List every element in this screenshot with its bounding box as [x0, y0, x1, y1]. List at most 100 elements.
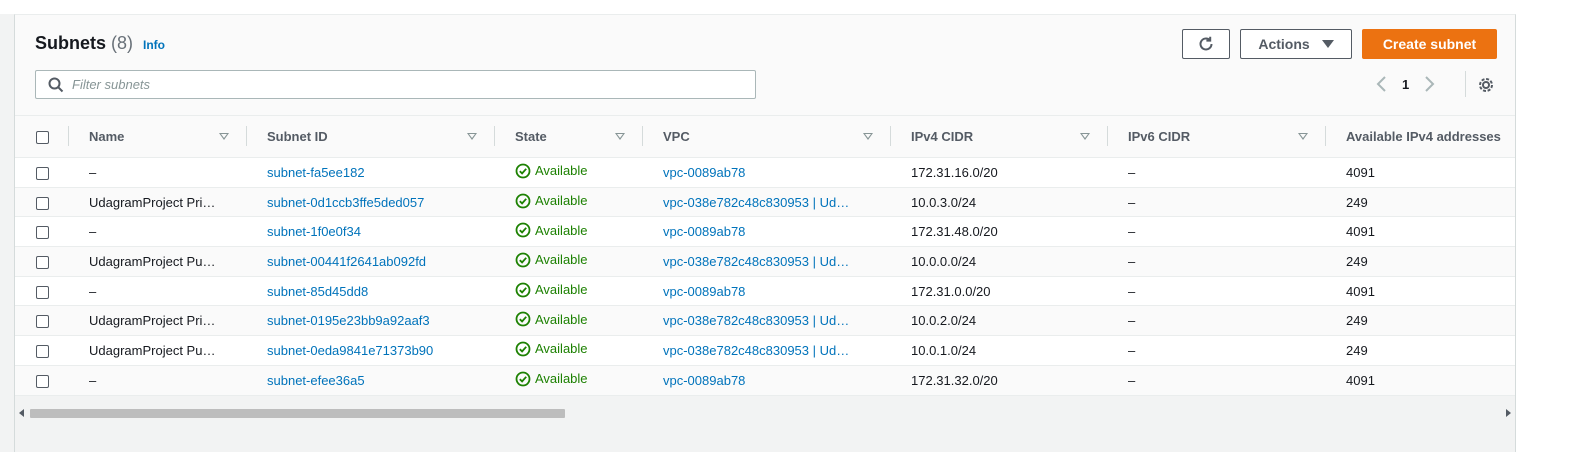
- status-badge: Available: [515, 193, 588, 209]
- row-select-cell: [15, 365, 69, 395]
- row-checkbox[interactable]: [35, 285, 49, 299]
- scroll-right-icon[interactable]: [1506, 409, 1511, 417]
- horizontal-scrollbar[interactable]: [15, 407, 1515, 419]
- row-checkbox[interactable]: [35, 196, 49, 210]
- cell-state: Available: [495, 306, 643, 336]
- subnet-id-link[interactable]: subnet-fa5ee182: [267, 165, 365, 180]
- subnet-id-link[interactable]: subnet-1f0e0f34: [267, 224, 361, 239]
- table-row[interactable]: – subnet-fa5ee182 Available vpc-0089ab78…: [15, 157, 1515, 188]
- column-header-name[interactable]: Name: [69, 116, 247, 158]
- chevron-right-icon[interactable]: [1419, 73, 1441, 95]
- refresh-icon: [1199, 36, 1213, 51]
- cell-subnet-id: subnet-0195e23bb9a92aaf3: [247, 306, 495, 336]
- subnet-id-link[interactable]: subnet-efee36a5: [267, 373, 365, 388]
- panel-header: Subnets (8) Info Actions Create subnet F…: [15, 15, 1515, 115]
- vpc-link[interactable]: vpc-038e782c48c830953 | Ud…: [663, 313, 849, 328]
- cell-ipv6-cidr: –: [1128, 253, 1136, 269]
- filter-input[interactable]: [70, 72, 710, 97]
- cell-ipv6-cidr: –: [1128, 313, 1136, 329]
- state-label: Available: [535, 282, 588, 298]
- cell-state: Available: [495, 276, 643, 306]
- subnet-id-link[interactable]: subnet-00441f2641ab092fd: [267, 254, 426, 269]
- status-badge: Available: [515, 341, 588, 357]
- subnets-panel: Subnets (8) Info Actions Create subnet F…: [14, 14, 1516, 452]
- info-link[interactable]: Info: [143, 38, 165, 52]
- state-label: Available: [535, 193, 588, 209]
- subnet-id-link[interactable]: subnet-0d1ccb3ffe5ded057: [267, 195, 424, 210]
- cell-ipv4-cidr: 10.0.2.0/24: [911, 313, 977, 329]
- table-row[interactable]: UdagramProject Pu… subnet-00441f2641ab09…: [15, 246, 1515, 277]
- filter-box[interactable]: [35, 70, 756, 99]
- sort-caret-icon: [1298, 133, 1308, 140]
- cell-ipv4-cidr: 10.0.3.0/24: [911, 194, 977, 210]
- column-header-ipv6-cidr[interactable]: IPv6 CIDR: [1108, 116, 1326, 158]
- cell-subnet-id: subnet-efee36a5: [247, 365, 495, 395]
- row-select-cell: [15, 336, 69, 366]
- cell-name: –: [89, 372, 97, 388]
- row-checkbox[interactable]: [35, 226, 49, 240]
- row-select-cell: [15, 187, 69, 217]
- search-icon: [46, 75, 66, 95]
- cell-state: Available: [495, 365, 643, 395]
- row-checkbox[interactable]: [35, 255, 49, 269]
- subnet-count: (8): [111, 33, 134, 53]
- column-header-state[interactable]: State: [495, 116, 643, 158]
- row-checkbox[interactable]: [35, 166, 49, 180]
- column-header-ipv4-cidr[interactable]: IPv4 CIDR: [891, 116, 1108, 158]
- column-header-vpc[interactable]: VPC: [643, 116, 891, 158]
- vpc-link[interactable]: vpc-0089ab78: [663, 373, 745, 388]
- actions-dropdown-button[interactable]: Actions: [1240, 29, 1352, 59]
- cell-name: –: [89, 164, 97, 180]
- table-row[interactable]: – subnet-1f0e0f34 Available vpc-0089ab78…: [15, 216, 1515, 247]
- state-label: Available: [535, 341, 588, 357]
- chevron-left-icon[interactable]: [1370, 73, 1392, 95]
- check-circle-icon: [515, 222, 531, 238]
- cell-ipv6-cidr: –: [1128, 164, 1136, 180]
- refresh-button[interactable]: [1182, 29, 1230, 59]
- row-checkbox[interactable]: [35, 374, 49, 388]
- cell-name: –: [89, 224, 97, 240]
- cell-ipv6-cidr: –: [1128, 194, 1136, 210]
- page-number[interactable]: 1: [1402, 77, 1409, 92]
- vpc-link[interactable]: vpc-038e782c48c830953 | Ud…: [663, 195, 849, 210]
- vpc-link[interactable]: vpc-0089ab78: [663, 224, 745, 239]
- status-badge: Available: [515, 163, 588, 179]
- page-title: Subnets: [35, 33, 107, 53]
- column-header-subnet-id[interactable]: Subnet ID: [247, 116, 495, 158]
- cell-vpc: vpc-038e782c48c830953 | Ud…: [643, 247, 891, 277]
- subnet-id-link[interactable]: subnet-0195e23bb9a92aaf3: [267, 313, 430, 328]
- sort-caret-icon: [467, 133, 477, 140]
- gear-icon[interactable]: [1475, 74, 1497, 96]
- create-subnet-button[interactable]: Create subnet: [1362, 29, 1497, 59]
- column-header-available-ipv4[interactable]: Available IPv4 addresses: [1326, 116, 1515, 158]
- scrollbar-thumb[interactable]: [30, 409, 565, 418]
- table-row[interactable]: – subnet-85d45dd8 Available vpc-0089ab78…: [15, 276, 1515, 306]
- table-row[interactable]: UdagramProject Pri… subnet-0d1ccb3ffe5de…: [15, 187, 1515, 217]
- cell-state: Available: [495, 187, 643, 217]
- state-label: Available: [535, 163, 588, 179]
- vpc-link[interactable]: vpc-0089ab78: [663, 165, 745, 180]
- cell-vpc: vpc-038e782c48c830953 | Ud…: [643, 187, 891, 217]
- state-label: Available: [535, 371, 588, 387]
- cell-subnet-id: subnet-fa5ee182: [247, 158, 495, 188]
- subnet-id-link[interactable]: subnet-85d45dd8: [267, 284, 368, 299]
- check-circle-icon: [515, 341, 531, 357]
- status-badge: Available: [515, 371, 588, 387]
- row-checkbox[interactable]: [35, 345, 49, 358]
- cell-name: UdagramProject Pu…: [89, 342, 216, 358]
- vpc-link[interactable]: vpc-0089ab78: [663, 284, 745, 299]
- cell-available-ipv4: 249: [1346, 194, 1368, 210]
- row-select-cell: [15, 306, 69, 336]
- table-row[interactable]: UdagramProject Pu… subnet-0eda9841e71373…: [15, 335, 1515, 366]
- scroll-left-icon[interactable]: [19, 409, 24, 417]
- row-checkbox[interactable]: [35, 315, 49, 329]
- select-all-checkbox[interactable]: [35, 131, 49, 145]
- table-row[interactable]: UdagramProject Pri… subnet-0195e23bb9a92…: [15, 305, 1515, 336]
- vpc-link[interactable]: vpc-038e782c48c830953 | Ud…: [663, 254, 849, 269]
- vpc-link[interactable]: vpc-038e782c48c830953 | Ud…: [663, 343, 849, 358]
- cell-ipv4-cidr: 10.0.0.0/24: [911, 253, 977, 269]
- cell-name: UdagramProject Pri…: [89, 313, 216, 329]
- table-row[interactable]: – subnet-efee36a5 Available vpc-0089ab78…: [15, 365, 1515, 395]
- subnet-id-link[interactable]: subnet-0eda9841e71373b90: [267, 343, 433, 358]
- cell-state: Available: [495, 336, 643, 366]
